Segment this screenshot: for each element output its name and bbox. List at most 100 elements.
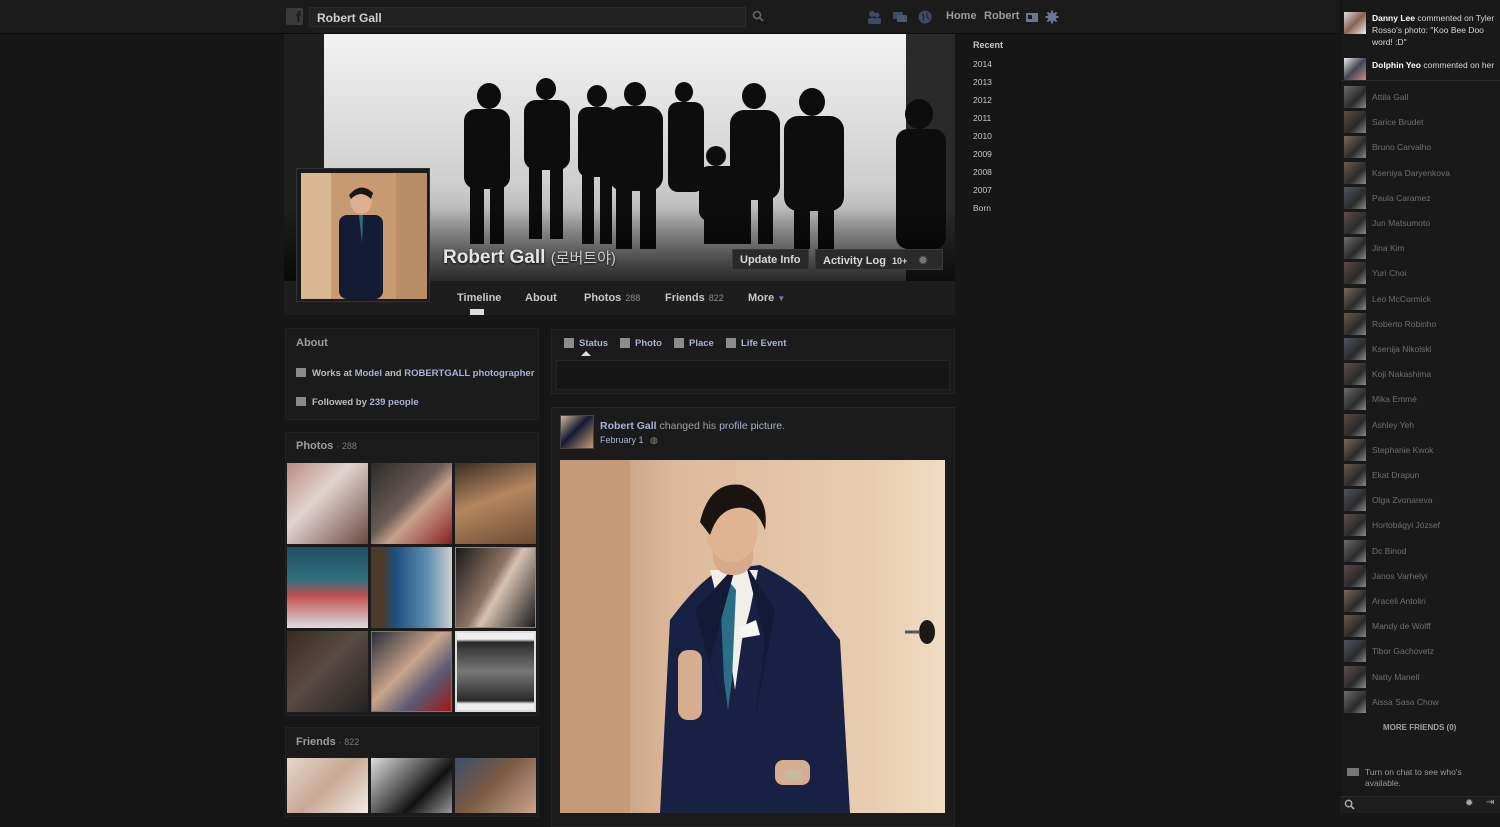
photo-thumb[interactable] — [287, 631, 368, 712]
works-link-a[interactable]: Model — [355, 368, 382, 379]
composer-tab-photo[interactable]: Photo — [620, 338, 662, 349]
works-link-b[interactable]: ROBERTGALL photographer — [404, 368, 534, 379]
tab-about[interactable]: About — [525, 292, 557, 304]
ticker-name[interactable]: Danny Lee — [1372, 13, 1415, 23]
photo-thumb[interactable] — [455, 547, 536, 628]
chat-friend-avatar[interactable] — [1344, 539, 1366, 562]
ticker-name[interactable]: Dolphin Yeo — [1372, 60, 1421, 70]
year-link[interactable]: 2013 — [973, 77, 992, 87]
year-link[interactable]: 2012 — [973, 95, 992, 105]
ticker-avatar[interactable] — [1344, 12, 1366, 34]
profile-name-text[interactable]: Robert Gall — [443, 247, 545, 268]
photo-thumb[interactable] — [287, 547, 368, 628]
tab-friends[interactable]: Friends 822 — [665, 292, 724, 304]
chat-friend-name[interactable]: Olga Zvonareva — [1372, 495, 1432, 505]
followers-link[interactable]: 239 people — [370, 397, 419, 408]
post-author-avatar[interactable] — [560, 415, 594, 449]
post-object-link[interactable]: profile picture — [719, 420, 782, 432]
friend-requests-icon[interactable] — [866, 9, 882, 25]
chat-friend-avatar[interactable] — [1344, 640, 1366, 663]
chat-friend-avatar[interactable] — [1344, 388, 1366, 411]
chat-friend-avatar[interactable] — [1344, 615, 1366, 638]
chat-friend-avatar[interactable] — [1344, 212, 1366, 234]
chat-friend-name[interactable]: Sarice Brudet — [1372, 117, 1424, 127]
profile-name[interactable]: Robert Gall (로버트야) — [443, 247, 616, 269]
chat-friend-avatar[interactable] — [1344, 690, 1366, 713]
chat-friend-avatar[interactable] — [1344, 186, 1366, 209]
photo-thumb[interactable] — [455, 631, 536, 712]
chat-friend-name[interactable]: Hortobágyi József — [1372, 520, 1440, 530]
chat-friend-avatar[interactable] — [1344, 413, 1366, 436]
chat-friend-name[interactable]: Araceli Antolin — [1372, 596, 1426, 606]
chat-friend-name[interactable]: Dc Binod — [1372, 546, 1407, 556]
post-author-link[interactable]: Robert Gall — [600, 420, 657, 432]
chat-friend-name[interactable]: Janos Varhelyi — [1372, 571, 1427, 581]
chat-friend-avatar[interactable] — [1344, 338, 1366, 360]
composer-tab-place[interactable]: Place — [674, 338, 714, 349]
year-link[interactable]: 2008 — [973, 167, 992, 177]
year-link[interactable]: 2009 — [973, 149, 992, 159]
chat-friend-avatar[interactable] — [1344, 464, 1366, 486]
year-recent[interactable]: Recent — [973, 40, 1003, 50]
year-link[interactable]: 2014 — [973, 59, 992, 69]
photo-thumb[interactable] — [371, 547, 452, 628]
chat-friend-name[interactable]: Tibor Gachovetz — [1372, 646, 1434, 656]
photo-thumb[interactable] — [287, 463, 368, 544]
about-title[interactable]: About — [296, 337, 328, 349]
year-link[interactable]: 2010 — [973, 131, 992, 141]
messages-icon[interactable] — [892, 9, 908, 25]
post-date[interactable]: February 1 ◍ — [600, 435, 658, 446]
chat-friend-avatar[interactable] — [1344, 237, 1366, 260]
year-link[interactable]: 2011 — [973, 113, 991, 123]
ticker-avatar[interactable] — [1344, 58, 1366, 80]
activity-log-button[interactable]: Activity Log 10+ ✹ — [815, 249, 943, 270]
chat-friend-avatar[interactable] — [1344, 438, 1366, 461]
chat-friend-avatar[interactable] — [1344, 86, 1366, 108]
chat-friend-avatar[interactable] — [1344, 514, 1366, 537]
friend-thumb[interactable] — [371, 758, 452, 813]
chat-friend-name[interactable]: Koji Nakashima — [1372, 369, 1431, 379]
chat-friend-avatar[interactable] — [1344, 363, 1366, 386]
chat-friend-name[interactable]: Ashley Yeh — [1372, 420, 1414, 430]
friend-thumb[interactable] — [287, 758, 368, 813]
chat-friend-name[interactable]: Aissa Sasa Chow — [1372, 697, 1439, 707]
search-icon[interactable] — [752, 10, 764, 22]
composer-tab-life-event[interactable]: Life Event — [726, 338, 786, 349]
chat-friend-name[interactable]: Kseniya Daryenkova — [1372, 168, 1450, 178]
post-date-label[interactable]: February 1 — [600, 435, 644, 445]
chat-friend-name[interactable]: Jina Kim — [1372, 243, 1405, 253]
chat-friend-name[interactable]: Roberto Robinho — [1372, 319, 1436, 329]
chat-friend-name[interactable]: Leo McCormick — [1372, 294, 1431, 304]
chat-friend-avatar[interactable] — [1344, 287, 1366, 310]
chat-offline-notice[interactable]: Turn on chat to see who's available. — [1365, 767, 1485, 789]
photo-thumb[interactable] — [371, 631, 452, 712]
audience-globe-icon[interactable]: ◍ — [650, 435, 658, 445]
chat-friend-name[interactable]: Paula Caramez — [1372, 193, 1431, 203]
chat-friend-avatar[interactable] — [1344, 590, 1366, 612]
chat-friend-name[interactable]: Bruno Carvalho — [1372, 142, 1431, 152]
year-link[interactable]: Born — [973, 203, 991, 213]
post-photo[interactable] — [560, 460, 945, 813]
update-info-button[interactable]: Update Info — [732, 249, 809, 270]
chat-search-icon[interactable] — [1344, 799, 1355, 810]
more-friends-link[interactable]: MORE FRIENDS (0) — [1383, 723, 1456, 732]
facebook-logo-icon[interactable]: f — [286, 8, 303, 26]
home-link[interactable]: Home — [946, 10, 977, 22]
friend-thumb[interactable] — [455, 758, 536, 813]
chat-friend-avatar[interactable] — [1344, 136, 1366, 159]
chat-friend-name[interactable]: Yuri Choi — [1372, 268, 1407, 278]
chat-friend-avatar[interactable] — [1344, 665, 1366, 688]
chat-friend-name[interactable]: Attila Gall — [1372, 92, 1408, 102]
chat-friend-name[interactable]: Ekat Drapun — [1372, 470, 1419, 480]
year-link[interactable]: 2007 — [973, 185, 992, 195]
chat-friend-avatar[interactable] — [1344, 262, 1366, 285]
chat-friend-name[interactable]: Jun Matsumoto — [1372, 218, 1430, 228]
photo-thumb[interactable] — [455, 463, 536, 544]
friends-title[interactable]: Friends · 822 — [296, 736, 359, 748]
notifications-globe-icon[interactable] — [917, 9, 933, 25]
profile-link[interactable]: Robert — [984, 10, 1019, 22]
chat-friend-name[interactable]: Mandy de Wolff — [1372, 621, 1431, 631]
privacy-shortcuts-icon[interactable] — [1024, 9, 1040, 25]
photo-thumb[interactable] — [371, 463, 452, 544]
search-input[interactable]: Robert Gall — [309, 7, 746, 27]
